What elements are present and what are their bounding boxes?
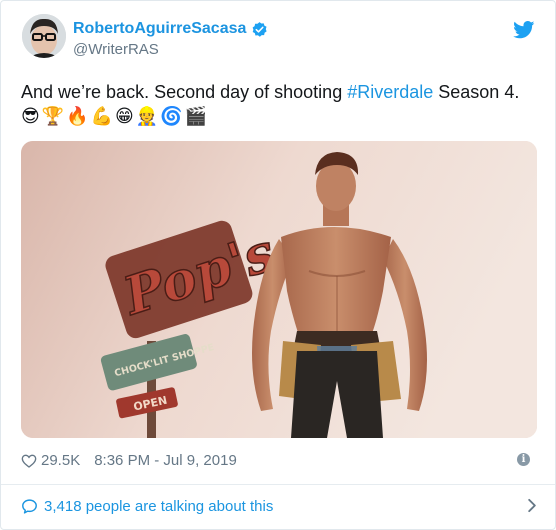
tweet-text: And we’re back. Second day of shooting #…	[21, 80, 541, 104]
construction-worker-emoji: 👷	[135, 106, 159, 126]
divider	[1, 484, 555, 485]
tweet-photo[interactable]: Pop's CHOCK'LIT SHOPPE OPEN	[21, 141, 537, 438]
trophy-emoji: 🏆	[41, 106, 65, 126]
verified-icon	[253, 21, 267, 37]
handle[interactable]: @WriterRAS	[73, 40, 268, 60]
author-block[interactable]: RobertoAguirreSacasa @WriterRAS	[73, 19, 268, 60]
twitter-bird-icon[interactable]	[513, 21, 535, 39]
sunglasses-emoji: 😎	[21, 106, 40, 126]
clapper-board-emoji: 🎬	[184, 106, 208, 126]
talking-link[interactable]: 3,418 people are talking about this	[21, 495, 537, 517]
talking-text[interactable]: 3,418 people are talking about this	[44, 498, 273, 515]
like-count[interactable]: 29.5K	[41, 452, 80, 469]
info-icon[interactable]: i	[517, 453, 530, 466]
swirl-emoji: 🌀	[160, 106, 183, 126]
chevron-right-icon[interactable]	[527, 498, 537, 513]
tweet-text-start: And we’re back. Second day of shooting	[21, 82, 348, 102]
tweet-meta: 29.5K 8:36 PM - Jul 9, 2019	[21, 452, 237, 469]
speech-bubble-icon	[22, 498, 37, 514]
display-name[interactable]: RobertoAguirreSacasa	[73, 19, 246, 39]
grinning-emoji: 😁	[115, 106, 134, 126]
author-name-row[interactable]: RobertoAguirreSacasa	[73, 19, 268, 39]
emoji-row: 😎 🏆 🔥 💪 😁 👷 🌀 🎬	[21, 105, 207, 129]
tweet-card: RobertoAguirreSacasa @WriterRAS And we’r…	[0, 0, 556, 530]
hashtag-link[interactable]: #Riverdale	[347, 82, 433, 102]
flexed-biceps-emoji: 💪	[90, 106, 114, 126]
heart-icon[interactable]	[21, 453, 37, 469]
avatar[interactable]	[22, 14, 66, 58]
tweet-text-end: Season 4.	[433, 82, 520, 102]
fire-emoji: 🔥	[66, 106, 89, 126]
timestamp[interactable]: 8:36 PM - Jul 9, 2019	[94, 452, 237, 469]
